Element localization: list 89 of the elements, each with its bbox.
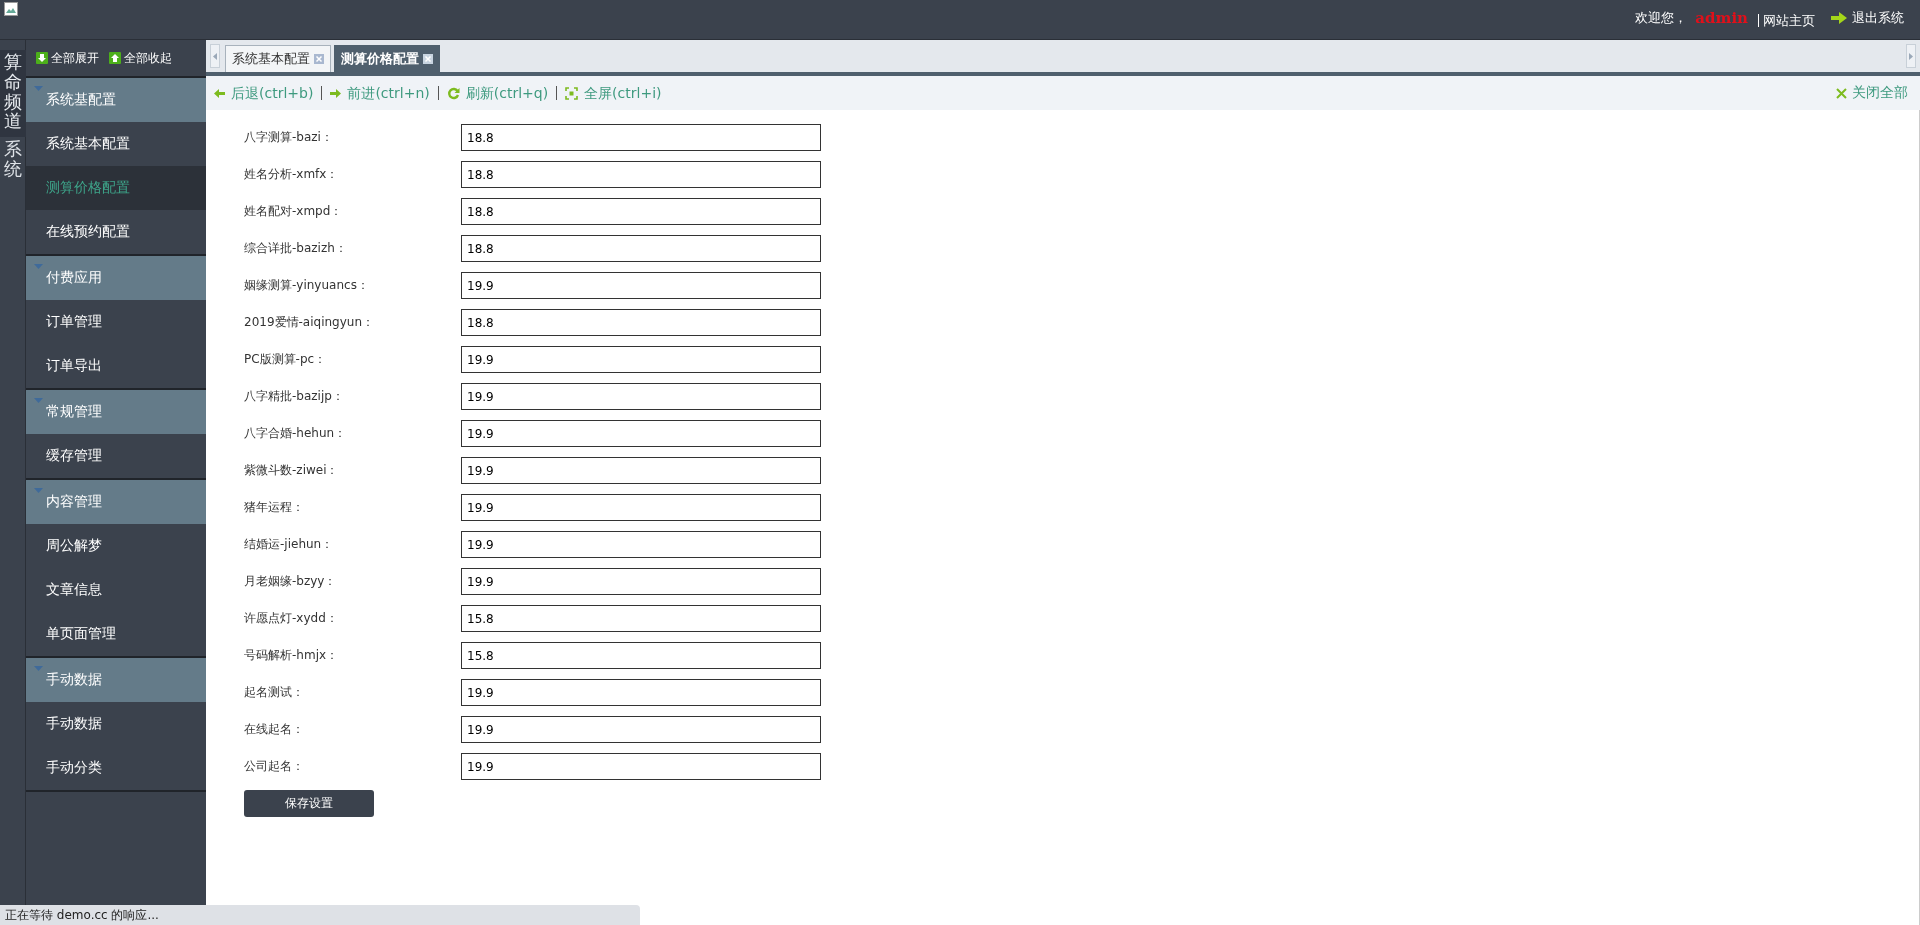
- header-link[interactable]: 网站主页: [1758, 14, 1815, 27]
- group-label: 内容管理: [46, 493, 102, 511]
- channel-tab[interactable]: 系统: [0, 137, 26, 185]
- refresh-icon: [446, 86, 460, 100]
- forward-arrow-icon: [330, 87, 342, 99]
- price-input[interactable]: 19.9: [461, 531, 821, 558]
- field-label: 2019爱情-aiqingyun：: [244, 314, 376, 331]
- sidebar-item[interactable]: 订单导出: [26, 344, 206, 388]
- caret-icon: [34, 86, 43, 91]
- status-bar: 正在等待 demo.cc 的响应...: [0, 905, 640, 925]
- price-input[interactable]: 19.9: [461, 716, 821, 743]
- sidebar-item[interactable]: 文章信息: [26, 568, 206, 612]
- field-label: 姻缘测算-yinyuancs：: [244, 277, 370, 294]
- close-icon[interactable]: [423, 54, 433, 64]
- sidebar-item[interactable]: 测算价格配置: [26, 166, 206, 210]
- channel-tab[interactable]: 算命频道: [0, 50, 26, 138]
- field-label: 综合详批-bazizh：: [244, 240, 348, 257]
- price-input[interactable]: 18.8: [461, 124, 821, 151]
- caret-right-icon: [1909, 52, 1913, 60]
- close-icon[interactable]: [314, 54, 324, 64]
- group-label: 系统基配置: [46, 91, 116, 109]
- tab[interactable]: 系统基本配置: [225, 45, 331, 72]
- save-button[interactable]: 保存设置: [244, 790, 374, 817]
- sidebar-group-header[interactable]: 内容管理: [26, 480, 206, 524]
- field-label: 许愿点灯-xydd：: [244, 610, 339, 627]
- sidebar-item[interactable]: 周公解梦: [26, 524, 206, 568]
- field-label: 起名测试：: [244, 684, 305, 701]
- price-input[interactable]: 19.9: [461, 753, 821, 780]
- price-input[interactable]: 19.9: [461, 494, 821, 521]
- sidebar-group-header[interactable]: 系统基配置: [26, 78, 206, 122]
- group-label: 常规管理: [46, 403, 102, 421]
- field-label: 在线起名：: [244, 721, 305, 738]
- sidebar-item[interactable]: 单页面管理: [26, 612, 206, 656]
- price-input[interactable]: 18.8: [461, 235, 821, 262]
- sidebar-item[interactable]: 订单管理: [26, 300, 206, 344]
- price-input[interactable]: 15.8: [461, 642, 821, 669]
- sidebar-group-header[interactable]: 常规管理: [26, 390, 206, 434]
- group-label: 手动数据: [46, 671, 102, 689]
- field-label: 姓名分析-xmfx：: [244, 166, 340, 183]
- sidebar-group-header[interactable]: 手动数据: [26, 658, 206, 702]
- price-input[interactable]: 19.9: [461, 457, 821, 484]
- price-input[interactable]: 18.8: [461, 161, 821, 188]
- price-input[interactable]: 18.8: [461, 309, 821, 336]
- back-arrow-icon: [214, 87, 225, 99]
- field-label: 号码解析-hmjx：: [244, 647, 340, 664]
- price-input[interactable]: 19.9: [461, 346, 821, 373]
- field-label: 紫微斗数-ziwei：: [244, 462, 340, 479]
- field-label: 月老姻缘-bzyy：: [244, 573, 338, 590]
- sidebar-item[interactable]: 手动数据: [26, 702, 206, 746]
- field-label: PC版测算-pc：: [244, 351, 328, 368]
- welcome-text: 欢迎您，: [1635, 9, 1688, 27]
- caret-icon: [34, 264, 43, 269]
- sidebar-item[interactable]: 系统基本配置: [26, 122, 206, 166]
- price-input[interactable]: 19.9: [461, 420, 821, 447]
- field-label: 公司起名：: [244, 758, 305, 775]
- sidebar-item[interactable]: 手动分类: [26, 746, 206, 790]
- broken-image-icon: [4, 2, 18, 16]
- group-label: 付费应用: [46, 269, 102, 287]
- caret-icon: [34, 488, 43, 493]
- sidebar-item[interactable]: 缓存管理: [26, 434, 206, 478]
- down-arrow-icon: [36, 52, 48, 64]
- scroll-right-button[interactable]: [1906, 44, 1916, 68]
- fullscreen-icon: [565, 86, 579, 100]
- up-arrow-icon: [109, 52, 121, 64]
- tab[interactable]: 测算价格配置: [334, 45, 440, 72]
- field-label: 姓名配对-xmpd：: [244, 203, 344, 220]
- close-icon: [1836, 87, 1847, 99]
- price-input[interactable]: 19.9: [461, 679, 821, 706]
- field-label: 八字合婚-hehun：: [244, 425, 348, 442]
- price-input[interactable]: 19.9: [461, 383, 821, 410]
- caret-icon: [34, 398, 43, 403]
- sidebar-group-header[interactable]: 付费应用: [26, 256, 206, 300]
- sidebar-tool-link[interactable]: 全部展开: [36, 49, 99, 67]
- scroll-left-button[interactable]: [210, 44, 220, 68]
- field-label: 八字精批-bazijp：: [244, 388, 345, 405]
- field-label: 结婚运-jiehun：: [244, 536, 335, 553]
- username: admin: [1695, 9, 1748, 27]
- caret-icon: [34, 666, 43, 671]
- right-arrow-icon: [1831, 12, 1847, 24]
- price-input[interactable]: 15.8: [461, 605, 821, 632]
- caret-left-icon: [213, 52, 217, 60]
- price-input[interactable]: 19.9: [461, 272, 821, 299]
- price-input[interactable]: 19.9: [461, 568, 821, 595]
- price-input[interactable]: 18.8: [461, 198, 821, 225]
- sidebar-item[interactable]: 在线预约配置: [26, 210, 206, 254]
- header-link[interactable]: 退出系统: [1831, 9, 1904, 27]
- field-label: 八字测算-bazi：: [244, 129, 334, 146]
- field-label: 猪年运程：: [244, 499, 305, 516]
- sidebar-tool-link[interactable]: 全部收起: [109, 49, 172, 67]
